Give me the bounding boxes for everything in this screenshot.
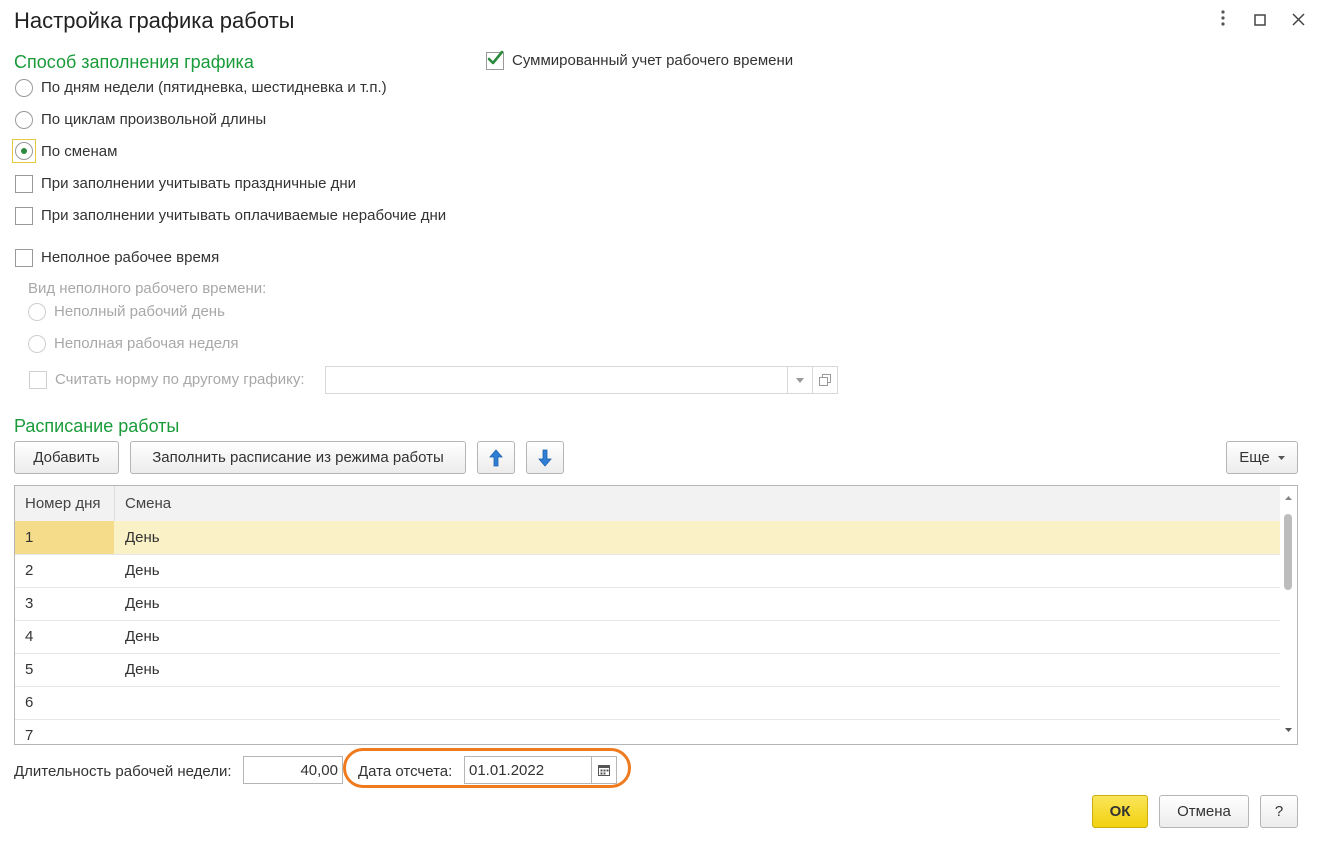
summary-time-label[interactable]: Суммированный учет рабочего времени (512, 52, 793, 69)
help-button[interactable]: ? (1260, 795, 1298, 828)
part-time-checkbox[interactable] (15, 249, 33, 267)
table-row[interactable]: 4 День (15, 620, 1281, 654)
column-header-shift[interactable]: Смена (125, 486, 171, 521)
radio-by-weekdays-label[interactable]: По дням недели (пятидневка, шестидневка … (41, 79, 387, 96)
cell-day[interactable]: 3 (25, 587, 33, 620)
table-row[interactable]: 6 (15, 686, 1281, 720)
table-header: Номер дня Смена (15, 486, 1281, 522)
cell-shift[interactable]: День (125, 653, 160, 686)
cell-shift[interactable]: День (125, 587, 160, 620)
cell-day[interactable]: 2 (25, 554, 33, 587)
ok-button[interactable]: ОК (1092, 795, 1148, 828)
scrollbar-thumb[interactable] (1284, 514, 1292, 590)
cell-day[interactable]: 6 (25, 686, 33, 719)
arrow-down-icon (538, 449, 552, 467)
week-length-input[interactable]: 40,00 (243, 756, 343, 784)
table-row[interactable]: 2 День (15, 554, 1281, 588)
checkmark-icon (487, 50, 504, 65)
radio-part-week (28, 335, 46, 353)
scroll-up-icon[interactable] (1285, 496, 1292, 500)
holidays-checkbox-label[interactable]: При заполнении учитывать праздничные дни (41, 175, 356, 192)
fill-method-title: Способ заполнения графика (14, 52, 254, 72)
week-length-label: Длительность рабочей недели: (14, 763, 232, 780)
norm-other-schedule-checkbox (29, 371, 47, 389)
cell-day[interactable]: 1 (15, 521, 114, 554)
move-down-button[interactable] (526, 441, 564, 474)
more-vertical-icon[interactable] (1211, 10, 1235, 34)
cell-day[interactable]: 7 (25, 719, 33, 744)
chevron-down-icon (787, 366, 813, 394)
table-row[interactable]: 1 День (15, 521, 1281, 555)
cancel-button[interactable]: Отмена (1159, 795, 1249, 828)
norm-other-schedule-label: Считать норму по другому графику: (55, 371, 305, 388)
cell-shift[interactable]: День (125, 554, 160, 587)
radio-by-shifts[interactable] (15, 142, 33, 160)
maximize-icon[interactable] (1248, 10, 1272, 34)
table-scrollbar[interactable] (1280, 486, 1297, 744)
open-form-icon (812, 366, 838, 394)
schedule-title: Расписание работы (14, 416, 180, 436)
arrow-up-icon (489, 448, 503, 466)
more-button[interactable]: Еще (1226, 441, 1298, 474)
cell-shift[interactable]: День (125, 620, 160, 653)
add-button[interactable]: Добавить (14, 441, 119, 474)
radio-by-cycles-label[interactable]: По циклам произвольной длины (41, 111, 266, 128)
more-button-label: Еще (1239, 449, 1270, 466)
summary-time-checkbox[interactable] (486, 50, 504, 70)
table-row[interactable]: 7 (15, 719, 1281, 744)
column-header-day[interactable]: Номер дня (25, 486, 101, 521)
paid-nonworking-checkbox-label[interactable]: При заполнении учитывать оплачиваемые не… (41, 207, 446, 224)
table-row[interactable]: 5 День (15, 653, 1281, 687)
schedule-table[interactable]: Номер дня Смена 1 День 2 День 3 День 4 Д… (14, 485, 1298, 745)
radio-by-cycles[interactable] (15, 111, 33, 129)
radio-by-shifts-label[interactable]: По сменам (41, 143, 117, 160)
close-icon[interactable] (1286, 10, 1310, 34)
scroll-down-icon[interactable] (1285, 728, 1292, 732)
norm-other-schedule-input (325, 366, 813, 394)
cell-day[interactable]: 5 (25, 653, 33, 686)
radio-part-week-label: Неполная рабочая неделя (54, 335, 239, 352)
chevron-down-icon (1277, 455, 1285, 460)
fill-from-mode-button[interactable]: Заполнить расписание из режима работы (130, 441, 466, 474)
window-title: Настройка графика работы (14, 8, 295, 33)
cell-shift[interactable]: День (125, 521, 160, 554)
paid-nonworking-checkbox[interactable] (15, 207, 33, 225)
part-time-label[interactable]: Неполное рабочее время (41, 249, 219, 266)
move-up-button[interactable] (477, 441, 515, 474)
table-row[interactable]: 3 День (15, 587, 1281, 621)
part-time-kind-label: Вид неполного рабочего времени: (28, 280, 267, 297)
cell-day[interactable]: 4 (25, 620, 33, 653)
ref-date-highlight (343, 748, 631, 788)
radio-part-day (28, 303, 46, 321)
radio-by-weekdays[interactable] (15, 79, 33, 97)
radio-part-day-label: Неполный рабочий день (54, 303, 225, 320)
holidays-checkbox[interactable] (15, 175, 33, 193)
